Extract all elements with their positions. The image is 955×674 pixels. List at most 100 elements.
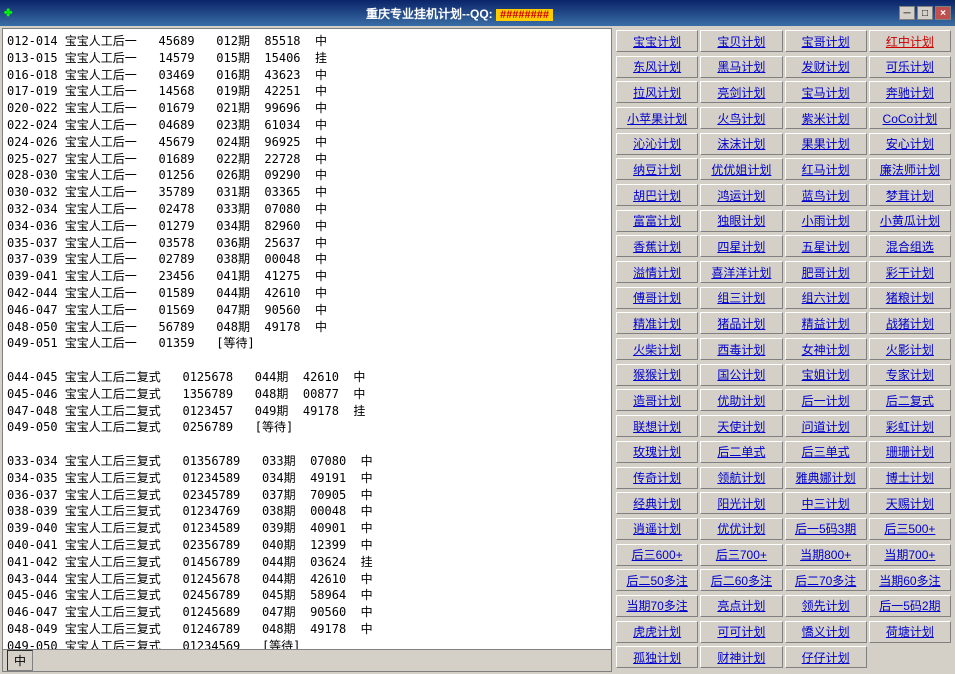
plan-button-79[interactable]: 后三500+ bbox=[869, 518, 951, 540]
plan-button-90[interactable]: 领先计划 bbox=[785, 595, 867, 617]
plan-button-37[interactable]: 喜洋洋计划 bbox=[700, 261, 782, 283]
plan-button-34[interactable]: 五星计划 bbox=[785, 235, 867, 257]
plan-button-68[interactable]: 传奇计划 bbox=[616, 467, 698, 489]
plan-button-87[interactable]: 当期60多注 bbox=[869, 569, 951, 591]
plan-button-59[interactable]: 后二复式 bbox=[869, 389, 951, 411]
plan-button-22[interactable]: 红马计划 bbox=[785, 158, 867, 180]
plan-button-73[interactable]: 阳光计划 bbox=[700, 492, 782, 514]
plan-button-17[interactable]: 沫沫计划 bbox=[700, 133, 782, 155]
plan-button-15[interactable]: CoCo计划 bbox=[869, 107, 951, 129]
plan-button-97[interactable]: 财神计划 bbox=[700, 646, 782, 668]
plan-button-25[interactable]: 鸿运计划 bbox=[700, 184, 782, 206]
plan-button-3[interactable]: 红中计划 bbox=[869, 30, 951, 52]
maximize-button[interactable]: □ bbox=[917, 6, 933, 20]
plan-button-20[interactable]: 纳豆计划 bbox=[616, 158, 698, 180]
plan-button-86[interactable]: 后二70多注 bbox=[785, 569, 867, 591]
minimize-button[interactable]: ─ bbox=[899, 6, 915, 20]
plan-button-42[interactable]: 组六计划 bbox=[785, 287, 867, 309]
plan-button-41[interactable]: 组三计划 bbox=[700, 287, 782, 309]
plan-button-49[interactable]: 西毒计划 bbox=[700, 338, 782, 360]
plan-button-52[interactable]: 猴猴计划 bbox=[616, 364, 698, 386]
plan-button-91[interactable]: 后一5码2期 bbox=[869, 595, 951, 617]
plan-button-85[interactable]: 后二60多注 bbox=[700, 569, 782, 591]
plan-button-32[interactable]: 香蕉计划 bbox=[616, 235, 698, 257]
plan-button-98[interactable]: 仔仔计划 bbox=[785, 646, 867, 668]
plan-button-56[interactable]: 造哥计划 bbox=[616, 389, 698, 411]
plan-button-82[interactable]: 当期800+ bbox=[785, 544, 867, 566]
plan-button-83[interactable]: 当期700+ bbox=[869, 544, 951, 566]
plan-button-58[interactable]: 后一计划 bbox=[785, 389, 867, 411]
plan-button-74[interactable]: 中三计划 bbox=[785, 492, 867, 514]
plan-button-80[interactable]: 后三600+ bbox=[616, 544, 698, 566]
plan-button-40[interactable]: 傅哥计划 bbox=[616, 287, 698, 309]
plan-button-8[interactable]: 拉风计划 bbox=[616, 81, 698, 103]
plan-button-78[interactable]: 后一5码3期 bbox=[785, 518, 867, 540]
plan-button-26[interactable]: 蓝鸟计划 bbox=[785, 184, 867, 206]
plan-button-55[interactable]: 专家计划 bbox=[869, 364, 951, 386]
plan-button-38[interactable]: 肥哥计划 bbox=[785, 261, 867, 283]
plan-button-75[interactable]: 天赐计划 bbox=[869, 492, 951, 514]
plan-button-31[interactable]: 小黄瓜计划 bbox=[869, 210, 951, 232]
plan-button-47[interactable]: 战猪计划 bbox=[869, 312, 951, 334]
plan-button-39[interactable]: 彩干计划 bbox=[869, 261, 951, 283]
plan-button-21[interactable]: 优优姐计划 bbox=[700, 158, 782, 180]
plan-button-7[interactable]: 可乐计划 bbox=[869, 56, 951, 78]
plan-button-61[interactable]: 天使计划 bbox=[700, 415, 782, 437]
plan-button-33[interactable]: 四星计划 bbox=[700, 235, 782, 257]
plan-button-60[interactable]: 联想计划 bbox=[616, 415, 698, 437]
plan-button-10[interactable]: 宝马计划 bbox=[785, 81, 867, 103]
plan-button-94[interactable]: 憍义计划 bbox=[785, 621, 867, 643]
plan-button-96[interactable]: 孤独计划 bbox=[616, 646, 698, 668]
plan-button-0[interactable]: 宝宝计划 bbox=[616, 30, 698, 52]
plan-button-50[interactable]: 女神计划 bbox=[785, 338, 867, 360]
plan-button-30[interactable]: 小雨计划 bbox=[785, 210, 867, 232]
plan-button-19[interactable]: 安心计划 bbox=[869, 133, 951, 155]
plan-button-6[interactable]: 发财计划 bbox=[785, 56, 867, 78]
close-button[interactable]: × bbox=[935, 6, 951, 20]
plan-button-23[interactable]: 廉法师计划 bbox=[869, 158, 951, 180]
plan-button-67[interactable]: 珊珊计划 bbox=[869, 441, 951, 463]
plan-button-28[interactable]: 富富计划 bbox=[616, 210, 698, 232]
plan-button-11[interactable]: 奔驰计划 bbox=[869, 81, 951, 103]
plan-button-53[interactable]: 国公计划 bbox=[700, 364, 782, 386]
plan-button-72[interactable]: 经典计划 bbox=[616, 492, 698, 514]
plan-button-57[interactable]: 优助计划 bbox=[700, 389, 782, 411]
plan-button-93[interactable]: 可可计划 bbox=[700, 621, 782, 643]
plan-button-4[interactable]: 东风计划 bbox=[616, 56, 698, 78]
plan-button-27[interactable]: 梦茸计划 bbox=[869, 184, 951, 206]
plan-button-92[interactable]: 虎虎计划 bbox=[616, 621, 698, 643]
plan-button-64[interactable]: 玫瑰计划 bbox=[616, 441, 698, 463]
plan-button-13[interactable]: 火鸟计划 bbox=[700, 107, 782, 129]
plan-button-48[interactable]: 火柴计划 bbox=[616, 338, 698, 360]
plan-button-54[interactable]: 宝姐计划 bbox=[785, 364, 867, 386]
plan-button-70[interactable]: 雅典娜计划 bbox=[785, 467, 867, 489]
plan-button-71[interactable]: 博士计划 bbox=[869, 467, 951, 489]
plan-button-16[interactable]: 沁沁计划 bbox=[616, 133, 698, 155]
plan-button-9[interactable]: 亮剑计划 bbox=[700, 81, 782, 103]
plan-button-43[interactable]: 猪粮计划 bbox=[869, 287, 951, 309]
plan-button-95[interactable]: 荷塘计划 bbox=[869, 621, 951, 643]
plan-button-69[interactable]: 领航计划 bbox=[700, 467, 782, 489]
plan-button-63[interactable]: 彩虹计划 bbox=[869, 415, 951, 437]
plan-button-1[interactable]: 宝贝计划 bbox=[700, 30, 782, 52]
plan-button-76[interactable]: 逍遥计划 bbox=[616, 518, 698, 540]
plan-button-46[interactable]: 精益计划 bbox=[785, 312, 867, 334]
plan-button-66[interactable]: 后三单式 bbox=[785, 441, 867, 463]
plan-button-18[interactable]: 果果计划 bbox=[785, 133, 867, 155]
plan-button-12[interactable]: 小苹果计划 bbox=[616, 107, 698, 129]
plan-button-65[interactable]: 后二单式 bbox=[700, 441, 782, 463]
plan-button-45[interactable]: 猪品计划 bbox=[700, 312, 782, 334]
plan-button-84[interactable]: 后二50多注 bbox=[616, 569, 698, 591]
plan-button-81[interactable]: 后三700+ bbox=[700, 544, 782, 566]
plan-button-35[interactable]: 混合组选 bbox=[869, 235, 951, 257]
plan-content[interactable]: 012-014 宝宝人工后一 45689 012期 85518 中 013-01… bbox=[3, 29, 611, 649]
plan-button-36[interactable]: 溢情计划 bbox=[616, 261, 698, 283]
plan-button-89[interactable]: 亮点计划 bbox=[700, 595, 782, 617]
plan-button-24[interactable]: 胡巴计划 bbox=[616, 184, 698, 206]
plan-button-29[interactable]: 独眼计划 bbox=[700, 210, 782, 232]
plan-button-44[interactable]: 精准计划 bbox=[616, 312, 698, 334]
plan-button-2[interactable]: 宝哥计划 bbox=[785, 30, 867, 52]
plan-button-77[interactable]: 优优计划 bbox=[700, 518, 782, 540]
plan-button-51[interactable]: 火影计划 bbox=[869, 338, 951, 360]
plan-button-62[interactable]: 问道计划 bbox=[785, 415, 867, 437]
